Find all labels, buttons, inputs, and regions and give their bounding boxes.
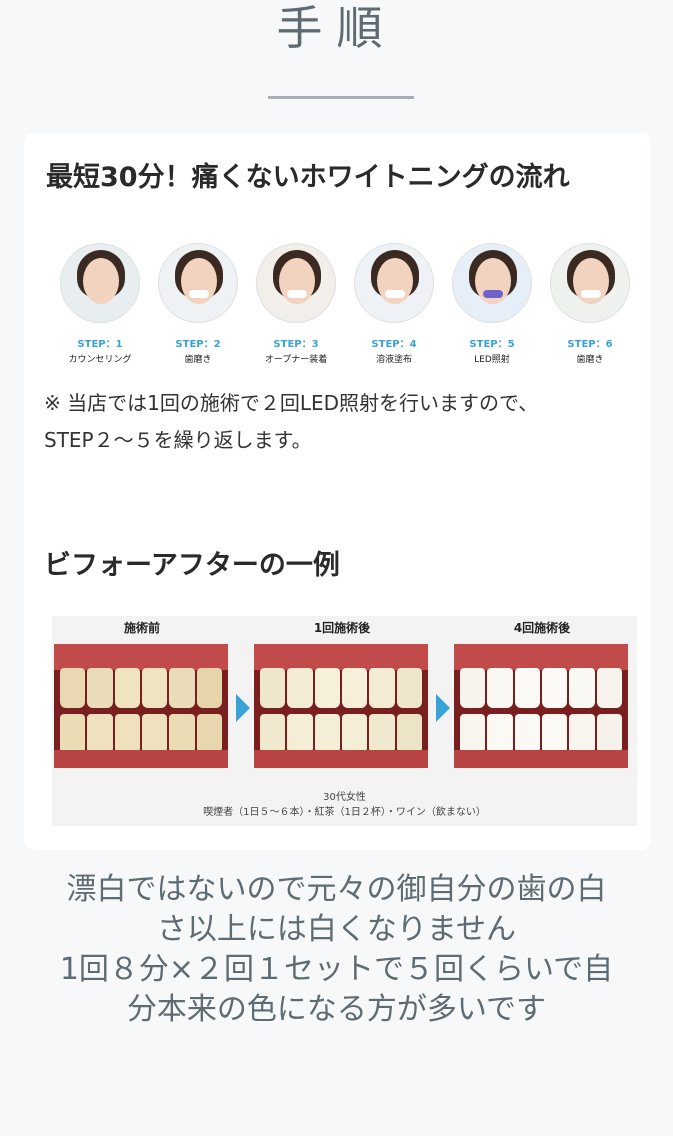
- before-column: 施術前: [54, 616, 230, 768]
- step-1-photo: [60, 243, 140, 323]
- step-1-name: カウンセリング: [68, 355, 132, 365]
- repeat-note: ※ 当店では1回の施術で２回LED照射を行いますので、 STEP２〜５を繰り返し…: [44, 385, 634, 459]
- step-3-name: オープナー装着: [264, 355, 328, 365]
- step-2-label: STEP：2: [175, 339, 221, 350]
- arrow-icon: [236, 694, 250, 722]
- before-after-figure: 施術前 1回施術後 4回施術後 30代女性 喫煙者（1日５〜６本）・紅茶（1日２…: [52, 616, 637, 826]
- caption-line-1: 30代女性: [323, 792, 366, 803]
- step-3-label: STEP：3: [273, 339, 319, 350]
- flow-heading: 最短30分！痛くないホワイトニングの流れ: [46, 162, 570, 193]
- step-6-label: STEP：6: [567, 339, 613, 350]
- step-6-name: 歯磨き: [576, 355, 604, 365]
- steps-row: STEP：1 カウンセリング STEP：2 歯磨き STEP：3 オープナー装着…: [50, 243, 640, 373]
- repeat-note-line-2: STEP２〜５を繰り返します。: [44, 428, 312, 452]
- explanation-line-4: 分本来の色になる方が多いです: [126, 992, 547, 1027]
- explanation-text: 漂白ではないので元々の御自分の歯の白 さ以上には白くなりません 1回８分×２回１…: [0, 870, 673, 1030]
- repeat-note-line-1: ※ 当店では1回の施術で２回LED照射を行いますので、: [44, 391, 539, 415]
- after-4-column: 4回施術後: [454, 616, 630, 768]
- after-1-teeth-photo: [254, 644, 428, 768]
- step-6: STEP：6 歯磨き: [540, 243, 640, 365]
- step-2: STEP：2 歯磨き: [148, 243, 248, 365]
- arrow-icon: [436, 694, 450, 722]
- page-title: 手順: [276, 1, 397, 55]
- step-6-photo: [550, 243, 630, 323]
- step-4: STEP：4 溶液塗布: [344, 243, 444, 365]
- step-1-label: STEP：1: [77, 339, 123, 350]
- step-2-name: 歯磨き: [184, 355, 212, 365]
- after-4-label: 4回施術後: [513, 621, 571, 635]
- after-4-teeth-photo: [454, 644, 628, 768]
- step-4-name: 溶液塗布: [375, 355, 412, 365]
- before-teeth-photo: [54, 644, 228, 768]
- before-after-heading: ビフォーアフターの一例: [44, 550, 340, 581]
- explanation-line-3: 1回８分×２回１セットで５回くらいで自: [59, 952, 614, 987]
- explanation-line-1: 漂白ではないので元々の御自分の歯の白: [66, 872, 607, 907]
- step-1: STEP：1 カウンセリング: [50, 243, 150, 365]
- step-3: STEP：3 オープナー装着: [246, 243, 346, 365]
- content-card: 最短30分！痛くないホワイトニングの流れ STEP：1 カウンセリング STEP…: [24, 133, 651, 850]
- after-1-label: 1回施術後: [313, 621, 371, 635]
- title-divider: [268, 96, 414, 99]
- step-5-name: LED照射: [474, 355, 510, 365]
- step-5-photo: [452, 243, 532, 323]
- step-5: STEP：5 LED照射: [442, 243, 542, 365]
- step-2-photo: [158, 243, 238, 323]
- after-1-column: 1回施術後: [254, 616, 430, 768]
- step-4-label: STEP：4: [371, 339, 417, 350]
- explanation-line-2: さ以上には白くなりません: [156, 912, 517, 947]
- step-3-photo: [256, 243, 336, 323]
- step-4-photo: [354, 243, 434, 323]
- caption-line-2: 喫煙者（1日５〜６本）・紅茶（1日２杯）・ワイン（飲まない）: [203, 807, 486, 818]
- step-5-label: STEP：5: [469, 339, 515, 350]
- before-label: 施術前: [123, 621, 160, 635]
- before-after-caption: 30代女性 喫煙者（1日５〜６本）・紅茶（1日２杯）・ワイン（飲まない）: [52, 790, 637, 820]
